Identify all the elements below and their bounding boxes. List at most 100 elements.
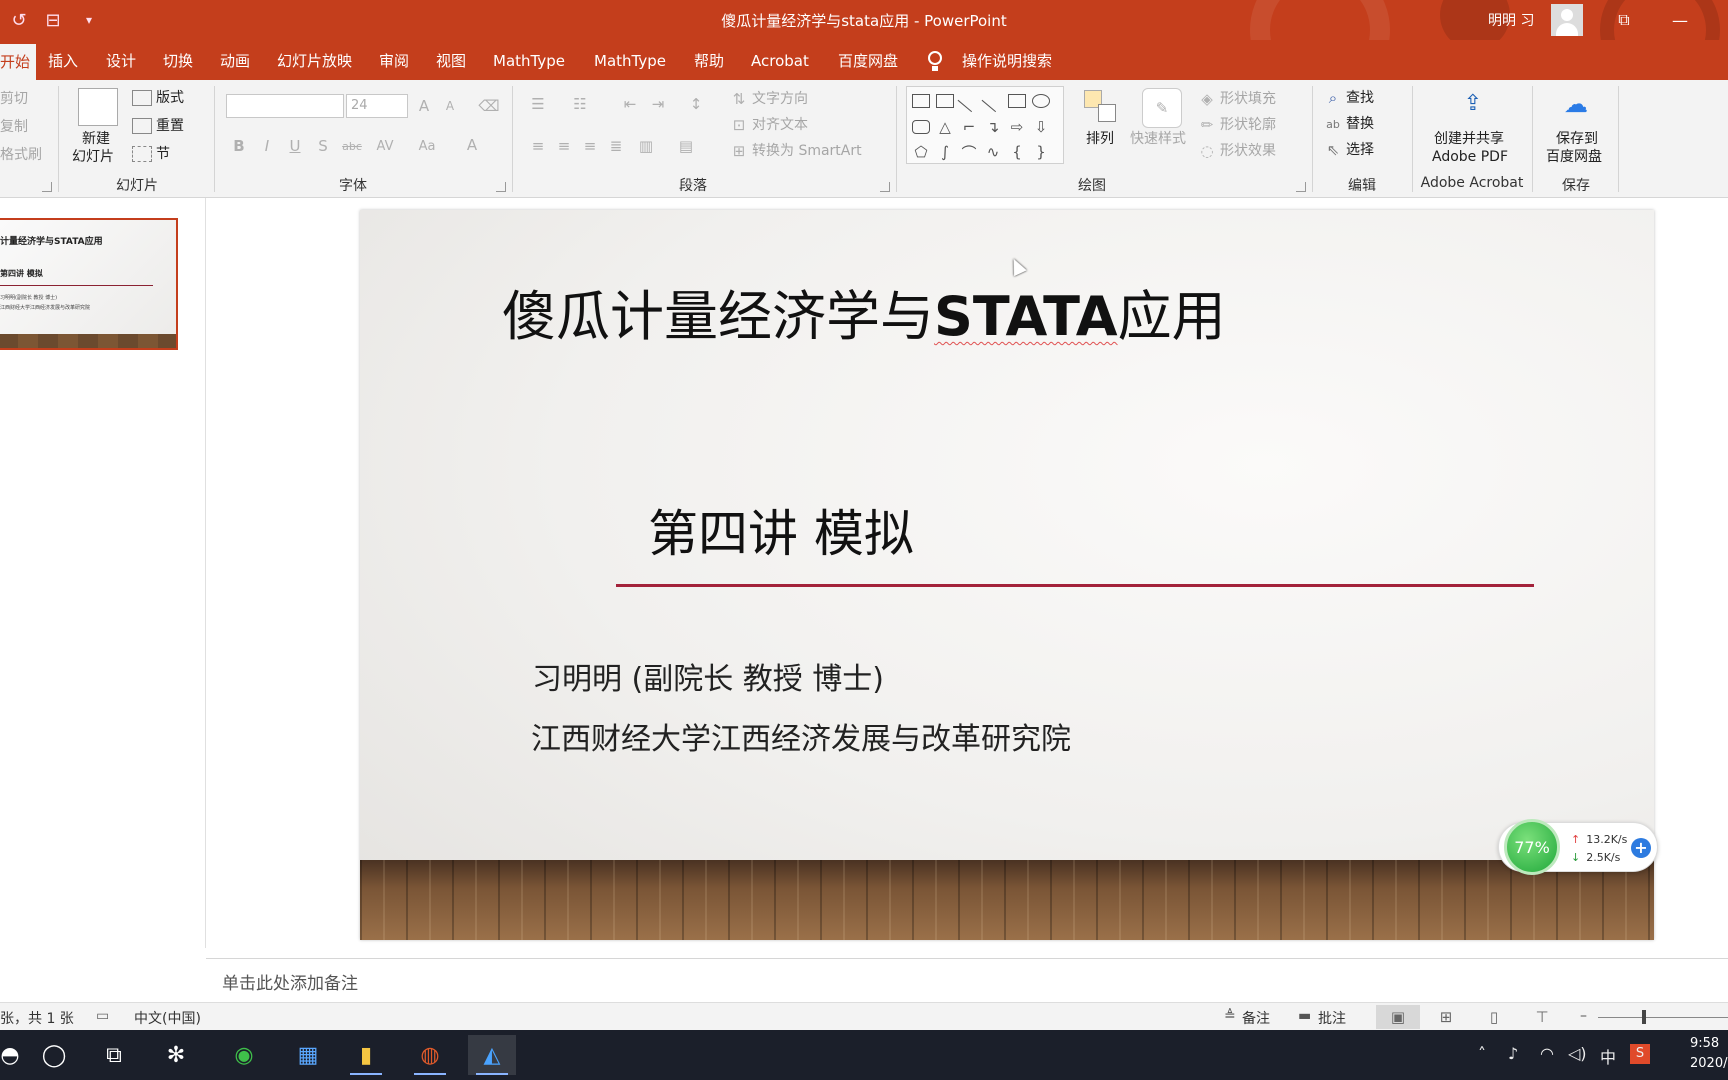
memory-usage-ball[interactable]: 77%: [1504, 819, 1560, 875]
drawing-launcher-icon[interactable]: [1296, 182, 1306, 192]
tab-view[interactable]: 视图: [436, 48, 466, 74]
tab-insert[interactable]: 插入: [48, 48, 78, 74]
triangle-shape-icon[interactable]: △: [936, 117, 954, 137]
char-spacing-icon[interactable]: AV: [370, 136, 400, 156]
right-arrow-shape-icon[interactable]: ⇨: [1008, 117, 1026, 137]
shadow-icon[interactable]: S: [314, 136, 332, 156]
slide-title[interactable]: 傻瓜计量经济学与STATA应用: [502, 272, 1226, 351]
down-arrow-shape-icon[interactable]: ⇩: [1032, 117, 1050, 137]
zoom-out-icon[interactable]: –: [1580, 1008, 1587, 1024]
increase-font-icon[interactable]: A: [414, 96, 434, 116]
decrease-indent-icon[interactable]: ⇤: [618, 94, 642, 114]
font-launcher-icon[interactable]: [496, 182, 506, 192]
find-button[interactable]: 查找: [1346, 89, 1374, 107]
clear-format-icon[interactable]: ⌫: [478, 96, 500, 116]
font-size-box[interactable]: 24: [346, 94, 408, 118]
plus-icon[interactable]: +: [1631, 838, 1651, 858]
microphone-icon[interactable]: ♪: [1508, 1044, 1518, 1063]
start-icon[interactable]: ◓: [0, 1035, 34, 1075]
tab-mathtype-1[interactable]: MathType: [493, 48, 565, 74]
shape-fill-button[interactable]: 形状填充: [1220, 90, 1276, 108]
tab-help[interactable]: 帮助: [694, 48, 724, 74]
minimize-button[interactable]: —: [1660, 6, 1700, 34]
elbow-connector-shape-icon[interactable]: ⌐: [960, 117, 978, 137]
quick-styles-button[interactable]: 快速样式: [1130, 130, 1186, 148]
network-speed-widget[interactable]: 77% 13.2K/s 2.5K/s +: [1498, 819, 1658, 875]
select-button[interactable]: 选择: [1346, 141, 1374, 159]
network-icon[interactable]: ◠: [1540, 1044, 1554, 1063]
text-direction-button[interactable]: 文字方向: [752, 90, 808, 108]
language-indicator[interactable]: 中文(中国): [134, 1008, 201, 1028]
file-explorer-icon[interactable]: ▮: [342, 1035, 390, 1075]
clipboard-launcher-icon[interactable]: [42, 182, 52, 192]
align-text-button[interactable]: 对齐文本: [752, 116, 808, 134]
save-to-baidu-label-1[interactable]: 保存到: [1556, 130, 1598, 148]
notes-placeholder[interactable]: 单击此处添加备注: [222, 969, 358, 994]
ime-indicator[interactable]: 中: [1600, 1044, 1616, 1068]
underline-icon[interactable]: U: [286, 136, 304, 156]
slide-institution[interactable]: 江西财经大学江西经济发展与改革研究院: [531, 714, 1071, 758]
ribbon-display-options-icon[interactable]: ⧉: [1604, 6, 1644, 34]
tab-mathtype-2[interactable]: MathType: [594, 48, 666, 74]
new-slide-label-1[interactable]: 新建: [82, 130, 110, 148]
curve-shape-icon[interactable]: ∿: [984, 142, 1002, 162]
arc-shape-icon[interactable]: ⌒: [960, 142, 978, 162]
slide-subtitle[interactable]: 第四讲 模拟: [648, 494, 914, 566]
section-button[interactable]: 节: [156, 145, 170, 163]
tell-me-search[interactable]: 操作说明搜索: [962, 48, 1052, 74]
layout-button[interactable]: 版式: [156, 89, 184, 107]
slideshow-view-icon[interactable]: ⊤: [1520, 1005, 1564, 1029]
app-icon[interactable]: ✻: [152, 1035, 200, 1075]
notes-pane[interactable]: 单击此处添加备注: [206, 958, 1728, 1002]
browser-icon[interactable]: ◉: [220, 1035, 268, 1075]
left-brace-shape-icon[interactable]: {: [1008, 142, 1026, 162]
calculator-app-icon[interactable]: ▦: [284, 1035, 332, 1075]
zoom-slider-thumb[interactable]: [1642, 1010, 1646, 1024]
tab-design[interactable]: 设计: [106, 48, 136, 74]
tab-home[interactable]: 开始: [0, 44, 37, 80]
notes-button[interactable]: 备注: [1242, 1008, 1270, 1028]
slide-sorter-icon[interactable]: ⊞: [1424, 1005, 1468, 1029]
increase-indent-icon[interactable]: ⇥: [646, 94, 670, 114]
paragraph-launcher-icon[interactable]: [880, 182, 890, 192]
rectangle-shape-icon[interactable]: [1008, 94, 1026, 108]
textbox-shape-icon[interactable]: [912, 94, 930, 108]
slide-canvas[interactable]: 傻瓜计量经济学与STATA应用 第四讲 模拟 习明明 (副院长 教授 博士) 江…: [360, 210, 1654, 940]
change-case-icon[interactable]: Aa: [410, 136, 444, 156]
avatar[interactable]: [1551, 4, 1583, 36]
strikethrough-icon[interactable]: abc: [340, 136, 364, 156]
line-spacing-icon[interactable]: ↕: [684, 94, 708, 114]
create-pdf-label-1[interactable]: 创建并共享: [1434, 130, 1504, 148]
oval-shape-icon[interactable]: [1032, 94, 1050, 108]
slide-author[interactable]: 习明明 (副院长 教授 博士): [532, 654, 884, 698]
tab-acrobat[interactable]: Acrobat: [751, 48, 809, 74]
shape-effects-button[interactable]: 形状效果: [1220, 142, 1276, 160]
scribble-shape-icon[interactable]: ∫: [936, 142, 954, 162]
rounded-rect-shape-icon[interactable]: [912, 120, 930, 134]
font-color-icon[interactable]: A: [462, 134, 482, 156]
sogou-input-icon[interactable]: S: [1630, 1044, 1650, 1064]
create-pdf-icon[interactable]: ⇪: [1458, 88, 1488, 118]
task-view-icon[interactable]: ⧉: [90, 1035, 138, 1075]
justify-icon[interactable]: ≣: [606, 136, 626, 156]
reading-view-icon[interactable]: ▯: [1472, 1005, 1516, 1029]
decrease-font-icon[interactable]: A: [440, 96, 460, 116]
font-name-box[interactable]: [226, 94, 344, 118]
baidu-netdisk-icon[interactable]: ☁: [1560, 88, 1592, 120]
normal-view-icon[interactable]: ▣: [1376, 1005, 1420, 1029]
powerpoint-icon[interactable]: ◍: [406, 1035, 454, 1075]
freeform-shape-icon[interactable]: ⬠: [912, 142, 930, 162]
new-slide-icon[interactable]: [78, 88, 118, 126]
right-brace-shape-icon[interactable]: }: [1032, 142, 1050, 162]
bold-icon[interactable]: B: [230, 136, 248, 156]
reset-button[interactable]: 重置: [156, 117, 184, 135]
copy-button[interactable]: 复制: [0, 118, 28, 136]
save-to-baidu-label-2[interactable]: 百度网盘: [1546, 148, 1602, 166]
vertical-textbox-shape-icon[interactable]: [936, 94, 954, 108]
tab-baidu-netdisk[interactable]: 百度网盘: [838, 48, 898, 74]
zoom-slider-track[interactable]: [1598, 1017, 1728, 1018]
shape-outline-button[interactable]: 形状轮廓: [1220, 116, 1276, 134]
new-slide-label-2[interactable]: 幻灯片: [72, 148, 114, 166]
replace-button[interactable]: 替换: [1346, 115, 1374, 133]
distributed-icon[interactable]: ▥: [636, 136, 656, 156]
